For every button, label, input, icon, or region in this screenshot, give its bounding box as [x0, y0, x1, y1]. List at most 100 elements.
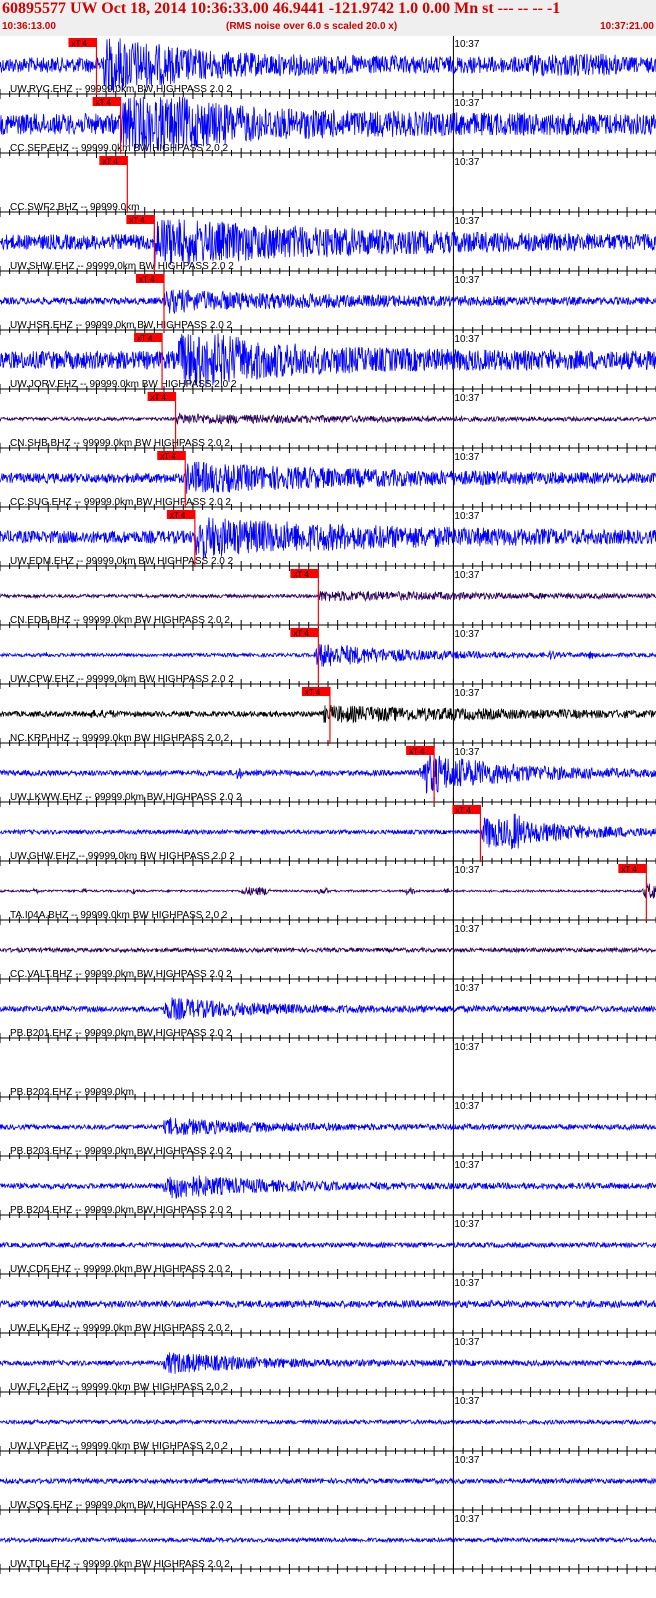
pick-label: xT 4	[621, 865, 637, 874]
trace-label: UW.RVC.EHZ -- 99999.0km BW HIGHPASS 2.0 …	[10, 84, 232, 95]
pick-label: xT 4	[71, 39, 87, 48]
minute-label: 10:37	[454, 452, 479, 463]
seismogram-plot: 10:37 UW.RVC.EHZ -- 99999.0km BW HIGHPASS…	[0, 36, 656, 1574]
pick-label: xT 4	[293, 570, 309, 579]
pick-label: xT 4	[137, 334, 153, 343]
pick-label: xT 4	[151, 393, 167, 402]
trace-label: TA.I04A.BHZ -- 99999.0km BW HIGHPASS 2.0…	[10, 910, 228, 921]
waveform	[0, 1175, 656, 1199]
trace-panel: 10:37 UW.JORV.EHZ -- 99999.0km BW HIGHPAS…	[0, 331, 656, 394]
minute-label: 10:37	[454, 1278, 479, 1289]
pick-label: xT 4	[170, 511, 186, 520]
minute-label: 10:37	[454, 1160, 479, 1171]
trace-panel: 10:37 UW.TDL.EHZ -- 99999.0km BW HIGHPASS…	[0, 1511, 656, 1574]
waveform	[0, 1299, 656, 1310]
trace-panel: 10:37 UW.CDF.EHZ -- 99999.0km BW HIGHPASS…	[0, 1216, 656, 1279]
minute-label: 10:37	[454, 747, 479, 758]
trace-panel: 10:37 CN.SHB.BHZ -- 99999.0km BW HIGHPASS…	[0, 390, 656, 453]
trace-label: UW.TDL.EHZ -- 99999.0km BW HIGHPASS 2.0 …	[10, 1559, 230, 1570]
start-time: 10:36:13.00	[2, 21, 56, 32]
waveform	[0, 289, 656, 315]
waveform	[0, 1418, 656, 1426]
minute-label: 10:37	[454, 216, 479, 227]
pick-label: xT 4	[129, 216, 145, 225]
trace-label: PB.B204.EHZ -- 99999.0km BW HIGHPASS 2.0…	[10, 1205, 232, 1216]
minute-label: 10:37	[454, 1396, 479, 1407]
trace-label: UW.SQS.EHZ -- 99999.0km BW HIGHPASS 2.0 …	[10, 1500, 233, 1511]
trace-panel: 10:37 UW.HSR.EHZ -- 99999.0km BW HIGHPASS…	[0, 272, 656, 335]
pick-label: xT 4	[96, 98, 112, 107]
minute-label: 10:37	[454, 275, 479, 286]
minute-label: 10:37	[454, 924, 479, 935]
waveform	[0, 1352, 656, 1374]
trace-panel: 10:37 UW.CPW.EHZ -- 99999.0km BW HIGHPASS…	[0, 626, 656, 689]
pick-label: xT 4	[160, 452, 176, 461]
trace-label: UW.CDF.EHZ -- 99999.0km BW HIGHPASS 2.0 …	[10, 1264, 231, 1275]
trace-label: UW.HSR.EHZ -- 99999.0km BW HIGHPASS 2.0 …	[10, 320, 233, 331]
trace-label: PB.B203.EHZ -- 99999.0km BW HIGHPASS 2.0…	[10, 1146, 232, 1157]
trace-label: UW.EDM.EHZ -- 99999.0km BW HIGHPASS 2.0 …	[10, 556, 234, 567]
trace-label: CC.VALT.BHZ -- 99999.0km BW HIGHPASS 2.0…	[10, 969, 232, 980]
minute-label: 10:37	[454, 157, 479, 168]
waveform	[0, 643, 656, 668]
trace-panel: 10:37 PB.B204.EHZ -- 99999.0km BW HIGHPAS…	[0, 1157, 656, 1220]
trace-label: CN.SHB.BHZ -- 99999.0km BW HIGHPASS 2.0 …	[10, 438, 230, 449]
pick-label: xT 4	[409, 747, 425, 756]
minute-label: 10:37	[454, 629, 479, 640]
trace-label: CC.SUG.EHZ -- 99999.0km BW HIGHPASS 2.0 …	[10, 497, 231, 508]
waveform	[0, 1536, 656, 1544]
trace-panel: 10:37 PB.B202.EHZ -- 99999.0km	[0, 1039, 656, 1102]
pick-label: xT 4	[139, 275, 155, 284]
minute-label: 10:37	[454, 1337, 479, 1348]
rms-note: (RMS noise over 6.0 s scaled 20.0 x)	[226, 21, 398, 32]
minute-label: 10:37	[454, 334, 479, 345]
trace-panel: 10:37 CC.VALT.BHZ -- 99999.0km BW HIGHPAS…	[0, 921, 656, 984]
trace-panel: 10:37 UW.ELK.EHZ -- 99999.0km BW HIGHPASS…	[0, 1275, 656, 1338]
trace-panel: 10:37 PB.B201.EHZ -- 99999.0km BW HIGHPAS…	[0, 980, 656, 1043]
waveform	[0, 461, 656, 494]
trace-panel: 10:37 CN.EDB.BHZ -- 99999.0km BW HIGHPASS…	[0, 567, 656, 630]
trace-label: UW.JORV.EHZ -- 99999.0km BW HIGHPASS 2.0…	[10, 379, 237, 390]
trace-panel: 10:37 UW.LVP.EHZ -- 99999.0km BW HIGHPASS…	[0, 1393, 656, 1456]
waveform	[0, 517, 656, 559]
waveform	[0, 883, 656, 900]
trace-label: UW.CPW.EHZ -- 99999.0km BW HIGHPASS 2.0 …	[10, 674, 234, 685]
trace-label: UW.SHW.EHZ -- 99999.0km BW HIGHPASS 2.0 …	[10, 261, 234, 272]
waveform	[0, 412, 656, 425]
waveform	[0, 813, 656, 850]
trace-panel: 10:37 CC.SUG.EHZ -- 99999.0km BW HIGHPASS…	[0, 449, 656, 512]
header-bar: 60895577 UW Oct 18, 2014 10:36:33.00 46.…	[0, 0, 656, 36]
waveform	[0, 946, 656, 954]
trace-label: UW.GHW.EHZ -- 99999.0km BW HIGHPASS 2.0 …	[10, 851, 235, 862]
minute-label: 10:37	[454, 688, 479, 699]
trace-panel: 10:37 UW.FL2.EHZ -- 99999.0km BW HIGHPASS…	[0, 1334, 656, 1397]
minute-label: 10:37	[454, 1042, 479, 1053]
minute-label: 10:37	[454, 39, 479, 50]
waveform	[0, 590, 656, 602]
minute-label: 10:37	[454, 393, 479, 404]
waveform	[0, 753, 656, 794]
trace-panel: 10:37 TA.I04A.BHZ -- 99999.0km BW HIGHPAS…	[0, 862, 656, 925]
pick-label: xT 4	[293, 629, 309, 638]
end-time: 10:37:21.00	[600, 21, 654, 32]
trace-panel: 10:37UW.GHW.EHZ -- 99999.0km BW HIGHPASS…	[0, 803, 656, 866]
trace-label: CC.SWF2.BHZ -- 99999.0km	[10, 202, 139, 213]
trace-label: CC.SEP.EHZ -- 99999.0km BW HIGHPASS 2.0 …	[10, 143, 228, 154]
minute-label: 10:37	[454, 865, 479, 876]
waveform	[0, 1241, 656, 1249]
waveform	[0, 705, 656, 724]
minute-label: 10:37	[454, 570, 479, 581]
trace-label: UW.LVP.EHZ -- 99999.0km BW HIGHPASS 2.0 …	[10, 1441, 228, 1452]
minute-label: 10:37	[454, 98, 479, 109]
pick-label: xT 4	[305, 688, 321, 697]
trace-panel: 10:37 CC.SEP.EHZ -- 99999.0km BW HIGHPASS…	[0, 95, 656, 158]
minute-label: 10:37	[454, 1219, 479, 1230]
minute-label: 10:37	[454, 983, 479, 994]
waveform	[0, 1477, 656, 1485]
trace-label: PB.B201.EHZ -- 99999.0km BW HIGHPASS 2.0…	[10, 1028, 232, 1039]
minute-label: 10:37	[454, 1514, 479, 1525]
pick-label: xT 4	[455, 806, 471, 815]
minute-label: 10:37	[454, 1455, 479, 1466]
trace-label: PB.B202.EHZ -- 99999.0km	[10, 1087, 134, 1098]
waveform	[0, 219, 656, 268]
